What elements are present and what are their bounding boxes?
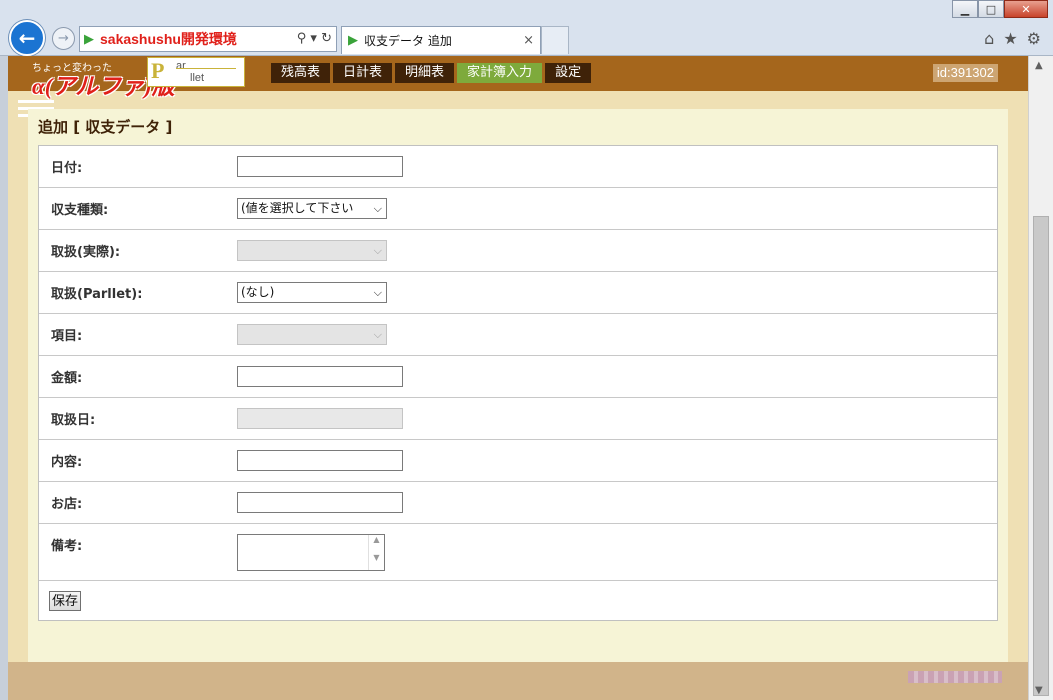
- type-select[interactable]: (値を選択して下さい ⌵: [237, 198, 387, 219]
- favorites-star-icon[interactable]: ★: [1003, 29, 1017, 48]
- form-row-type: 収支種類: (値を選択して下さい ⌵: [39, 188, 997, 230]
- parllet-logo-top: ar: [176, 60, 186, 72]
- tab-active[interactable]: ▶ 収支データ 追加 ×: [341, 26, 541, 54]
- handle-date-label: 取扱日:: [51, 413, 96, 428]
- nav-detail-table[interactable]: 明細表: [395, 63, 455, 83]
- chevron-down-icon: ⌵: [371, 241, 382, 260]
- form-row-date: 日付:: [39, 146, 997, 188]
- amount-label: 金額:: [51, 371, 83, 386]
- address-tools-icon[interactable]: ⚲ ▾ ↻: [297, 31, 332, 46]
- page-left-edge: [0, 56, 8, 700]
- chevron-down-icon: ⌵: [371, 283, 382, 302]
- parllet-select-value: (なし): [241, 285, 275, 299]
- user-id-badge: id:391302: [932, 64, 998, 82]
- new-tab-button[interactable]: [541, 26, 569, 54]
- minimize-button[interactable]: ▁: [952, 0, 978, 18]
- item-label: 項目:: [51, 329, 83, 344]
- actual-label: 取扱(実際):: [51, 245, 121, 260]
- type-label: 収支種類:: [51, 203, 109, 218]
- form-row-shop: お店:: [39, 482, 997, 524]
- close-window-button[interactable]: ✕: [1004, 0, 1048, 18]
- tab-close-icon[interactable]: ×: [523, 33, 534, 48]
- form-row-handle-date: 取扱日:: [39, 398, 997, 440]
- form-row-content: 内容:: [39, 440, 997, 482]
- maximize-button[interactable]: □: [978, 0, 1004, 18]
- browser-chrome: ▁ □ ✕ ← → ▶ sakashushu開発環境 ⚲ ▾ ↻ ▶ 収支データ…: [0, 0, 1053, 56]
- chevron-down-icon: ⌵: [371, 325, 382, 344]
- forward-arrow-icon: →: [58, 31, 69, 46]
- parllet-logo[interactable]: P ar llet: [147, 57, 245, 87]
- note-label: 備考:: [51, 539, 83, 554]
- date-label: 日付:: [51, 161, 83, 176]
- form-row-item: 項目: ⌵: [39, 314, 997, 356]
- form-row-actual: 取扱(実際): ⌵: [39, 230, 997, 272]
- content-panel: 追加 [ 収支データ ] 日付: 収支種類: (値を選択して下さい ⌵ 取扱(実際…: [28, 109, 1008, 682]
- date-input[interactable]: [237, 156, 403, 177]
- settings-gear-icon[interactable]: ⚙: [1027, 29, 1041, 48]
- add-transaction-form: 日付: 収支種類: (値を選択して下さい ⌵ 取扱(実際): ⌵ 取扱(Parll…: [38, 145, 998, 621]
- save-button[interactable]: 保存: [49, 591, 82, 611]
- home-icon[interactable]: ⌂: [984, 29, 994, 48]
- page-title: 追加 [ 収支データ ]: [38, 118, 173, 136]
- tab-title: 収支データ 追加: [364, 34, 452, 48]
- page-viewport: ちょっと変わった α(アルファ)版 P ar llet 残高表 日計表 明細表 …: [0, 56, 1028, 700]
- footer-blurred-text: [908, 671, 1002, 683]
- nav-balance-table[interactable]: 残高表: [271, 63, 331, 83]
- tab-favicon-icon: ▶: [348, 33, 358, 48]
- back-button[interactable]: ←: [9, 20, 45, 56]
- site-header: ちょっと変わった α(アルファ)版 P ar llet 残高表 日計表 明細表 …: [8, 56, 1028, 99]
- content-input[interactable]: [237, 450, 403, 471]
- window-controls: ▁ □ ✕: [952, 0, 1048, 18]
- scroll-down-icon[interactable]: ▼: [1035, 685, 1043, 696]
- main-nav: 残高表 日計表 明細表 家計簿入力 設定: [271, 63, 592, 83]
- form-row-note: 備考: ▲ ▼: [39, 524, 997, 581]
- parllet-label: 取扱(Parllet):: [51, 287, 143, 302]
- scroll-up-icon[interactable]: ▲: [1035, 60, 1043, 71]
- parllet-logo-p: P: [151, 58, 165, 83]
- address-text[interactable]: sakashushu開発環境: [100, 29, 237, 49]
- nav-settings[interactable]: 設定: [545, 63, 592, 83]
- note-textarea[interactable]: ▲ ▼: [237, 534, 385, 571]
- browser-toolbar-icons: ⌂ ★ ⚙: [984, 29, 1041, 48]
- shop-input[interactable]: [237, 492, 403, 513]
- form-row-parllet: 取扱(Parllet): (なし) ⌵: [39, 272, 997, 314]
- amount-input[interactable]: [237, 366, 403, 387]
- textarea-scroll-icon[interactable]: ▲ ▼: [368, 535, 384, 570]
- address-bar[interactable]: ▶ sakashushu開発環境 ⚲ ▾ ↻: [79, 26, 337, 52]
- shop-label: お店:: [51, 497, 83, 512]
- page-scrollbar[interactable]: ▲ ▼: [1028, 56, 1053, 700]
- form-row-amount: 金額:: [39, 356, 997, 398]
- chevron-down-icon: ⌵: [371, 199, 382, 218]
- parllet-select[interactable]: (なし) ⌵: [237, 282, 387, 303]
- type-select-value: (値を選択して下さい: [241, 201, 354, 215]
- nav-household-input[interactable]: 家計簿入力: [457, 63, 543, 83]
- scroll-thumb[interactable]: [1033, 216, 1049, 696]
- nav-daily-table[interactable]: 日計表: [333, 63, 393, 83]
- handle-date-input[interactable]: [237, 408, 403, 429]
- site-logo[interactable]: ちょっと変わった α(アルファ)版: [32, 58, 175, 99]
- back-arrow-icon: ←: [18, 26, 36, 50]
- page-favicon-icon: ▶: [84, 31, 94, 47]
- parllet-logo-line: [176, 68, 236, 69]
- item-select[interactable]: ⌵: [237, 324, 387, 345]
- content-label: 内容:: [51, 455, 83, 470]
- forward-button[interactable]: →: [52, 27, 75, 50]
- actual-select[interactable]: ⌵: [237, 240, 387, 261]
- site-footer: [8, 662, 1028, 700]
- form-row-actions: 保存: [39, 581, 997, 620]
- parllet-logo-bottom: llet: [190, 72, 205, 84]
